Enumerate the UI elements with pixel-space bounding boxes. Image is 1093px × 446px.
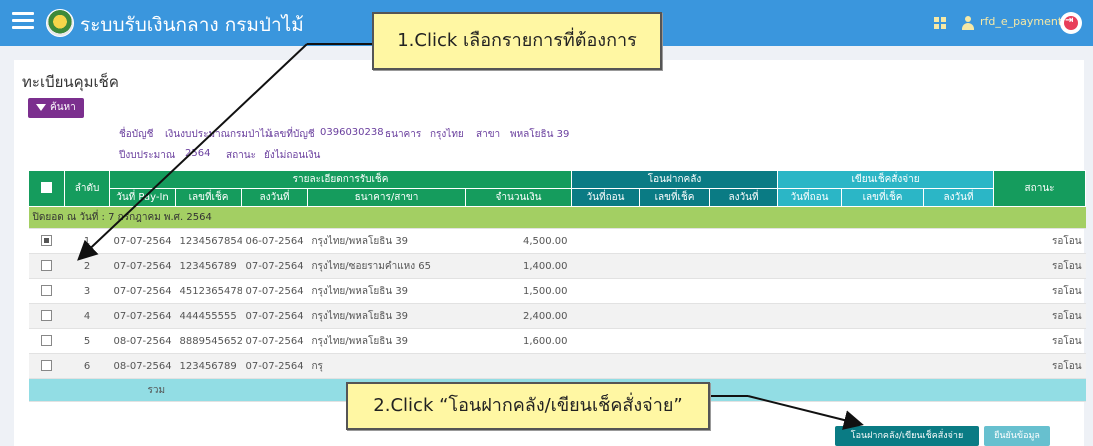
step-1-callout: 1.Click เลือกรายการที่ต้องการ [372,12,662,70]
arrow-2-pointer [747,395,864,430]
arrow-1-pointer [77,43,308,261]
step-2-callout: 2.Click “โอนฝากคลัง/เขียนเช็คสั่งจ่าย” [346,382,710,430]
